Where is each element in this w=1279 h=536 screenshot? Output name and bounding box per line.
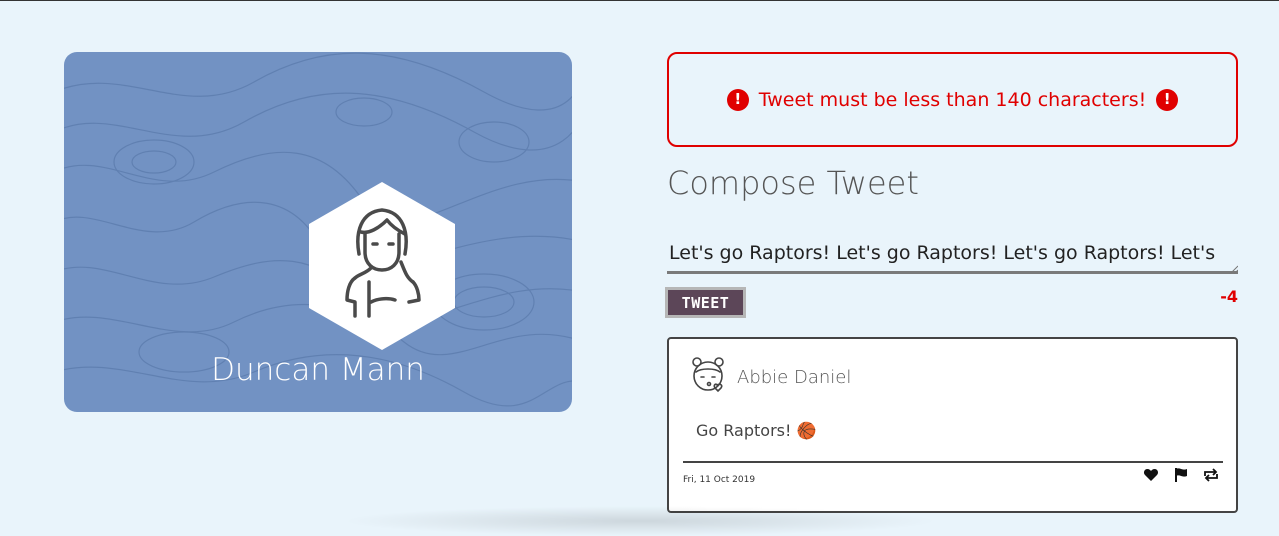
heart-icon[interactable] [1143,467,1159,483]
resize-grip-icon[interactable] [1228,264,1238,274]
user-avatar-icon [309,182,455,350]
alert-circle-icon: ! [1156,88,1179,111]
tweet-card: Abbie Daniel Go Raptors! 🏀 Fri, 11 Oct 2… [667,337,1238,513]
flag-icon[interactable] [1173,467,1189,483]
retweet-icon[interactable] [1203,467,1219,483]
alert-circle-icon: ! [726,88,749,111]
tweet-actions [1143,467,1219,483]
error-message: Tweet must be less than 140 characters! [758,88,1147,111]
profile-name: Duncan Mann [211,352,425,388]
compose-title: Compose Tweet [667,164,919,202]
character-counter: -4 [1220,287,1238,306]
tweet-divider [683,461,1223,463]
tweet-author: Abbie Daniel [737,367,852,388]
tweet-input[interactable] [667,238,1238,274]
footer-shadow [340,506,940,536]
tweet-text: Go Raptors! 🏀 [696,421,817,440]
tweet-button[interactable]: TWEET [665,287,746,318]
author-avatar-icon [692,357,724,393]
error-alert: ! Tweet must be less than 140 characters… [667,52,1238,147]
profile-card: Duncan Mann [64,52,572,412]
tweet-date: Fri, 11 Oct 2019 [683,475,756,485]
